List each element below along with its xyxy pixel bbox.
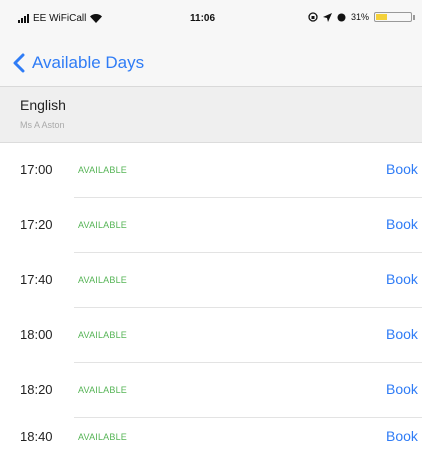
carrier-label: EE WiFiCall — [33, 13, 87, 24]
slot-status: AVAILABLE — [78, 385, 127, 395]
book-button[interactable]: Book — [386, 428, 418, 444]
slot-status: AVAILABLE — [78, 432, 127, 442]
status-bar: EE WiFiCall 11:06 31% — [0, 0, 422, 42]
battery-fill — [376, 14, 388, 20]
teacher-name: Ms A Aston — [20, 120, 65, 130]
status-time: 11:06 — [190, 13, 216, 24]
signal-icon — [18, 14, 29, 23]
battery-percent: 31% — [351, 12, 370, 22]
alarm-icon — [337, 13, 346, 22]
slot-row-6[interactable]: 18:40 AVAILABLE Book — [0, 410, 422, 465]
wifi-icon — [90, 14, 103, 23]
slot-status: AVAILABLE — [78, 330, 127, 340]
book-button[interactable]: Book — [386, 271, 418, 287]
slot-row-4[interactable]: 18:00 AVAILABLE Book — [0, 308, 422, 363]
status-right: 31% — [308, 12, 416, 22]
slot-time: 18:40 — [20, 429, 53, 444]
book-button[interactable]: Book — [386, 326, 418, 342]
book-button[interactable]: Book — [386, 381, 418, 397]
slot-row-1[interactable]: 17:00 AVAILABLE Book — [0, 143, 422, 198]
slot-row-2[interactable]: 17:20 AVAILABLE Book — [0, 198, 422, 253]
location-icon — [323, 12, 332, 22]
slot-status: AVAILABLE — [78, 220, 127, 230]
slot-time: 17:00 — [20, 162, 53, 177]
slot-time: 18:00 — [20, 327, 53, 342]
book-button[interactable]: Book — [386, 216, 418, 232]
subject-title: English — [20, 97, 66, 113]
lock-rotation-icon — [308, 12, 318, 22]
back-button[interactable]: Available Days — [12, 53, 144, 73]
book-button[interactable]: Book — [386, 161, 418, 177]
class-header: English Ms A Aston — [0, 87, 422, 143]
chevron-left-icon — [13, 53, 25, 73]
slot-time: 18:20 — [20, 382, 53, 397]
slot-time: 17:40 — [20, 272, 53, 287]
battery-icon — [374, 12, 413, 22]
battery-cap — [413, 14, 416, 20]
back-button-label: Available Days — [32, 53, 145, 72]
slot-time: 17:20 — [20, 217, 53, 232]
navigation-bar: Available Days — [0, 42, 422, 87]
slot-row-3[interactable]: 17:40 AVAILABLE Book — [0, 253, 422, 308]
slot-status: AVAILABLE — [78, 165, 127, 175]
status-left: EE WiFiCall — [18, 13, 103, 24]
slot-status: AVAILABLE — [78, 275, 127, 285]
